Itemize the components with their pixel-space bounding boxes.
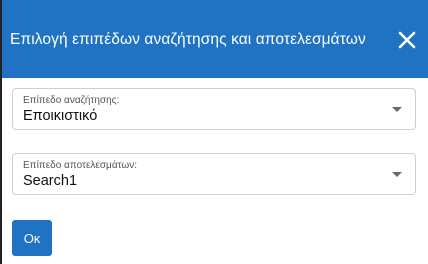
- results-level-label: Επίπεδο αποτελεσμάτων:: [23, 160, 137, 171]
- chevron-down-icon: [392, 172, 402, 177]
- dialog-header: Επιλογή επιπέδων αναζήτησης και αποτελεσ…: [2, 0, 428, 78]
- level-selection-dialog: Επιλογή επιπέδων αναζήτησης και αποτελεσ…: [0, 0, 428, 264]
- dialog-title: Επιλογή επιπέδων αναζήτησης και αποτελεσ…: [10, 31, 366, 48]
- search-level-label: Επίπεδο αναζήτησης:: [23, 95, 120, 106]
- close-button[interactable]: [396, 29, 418, 51]
- chevron-down-icon: [392, 107, 402, 112]
- results-level-value: Search1: [23, 173, 78, 189]
- ok-button[interactable]: Οκ: [12, 220, 52, 256]
- results-level-select[interactable]: Επίπεδο αποτελεσμάτων: Search1: [12, 153, 416, 195]
- search-level-value: Εποικιστικό: [23, 108, 98, 124]
- search-level-select[interactable]: Επίπεδο αναζήτησης: Εποικιστικό: [12, 88, 416, 130]
- close-icon: [398, 31, 416, 49]
